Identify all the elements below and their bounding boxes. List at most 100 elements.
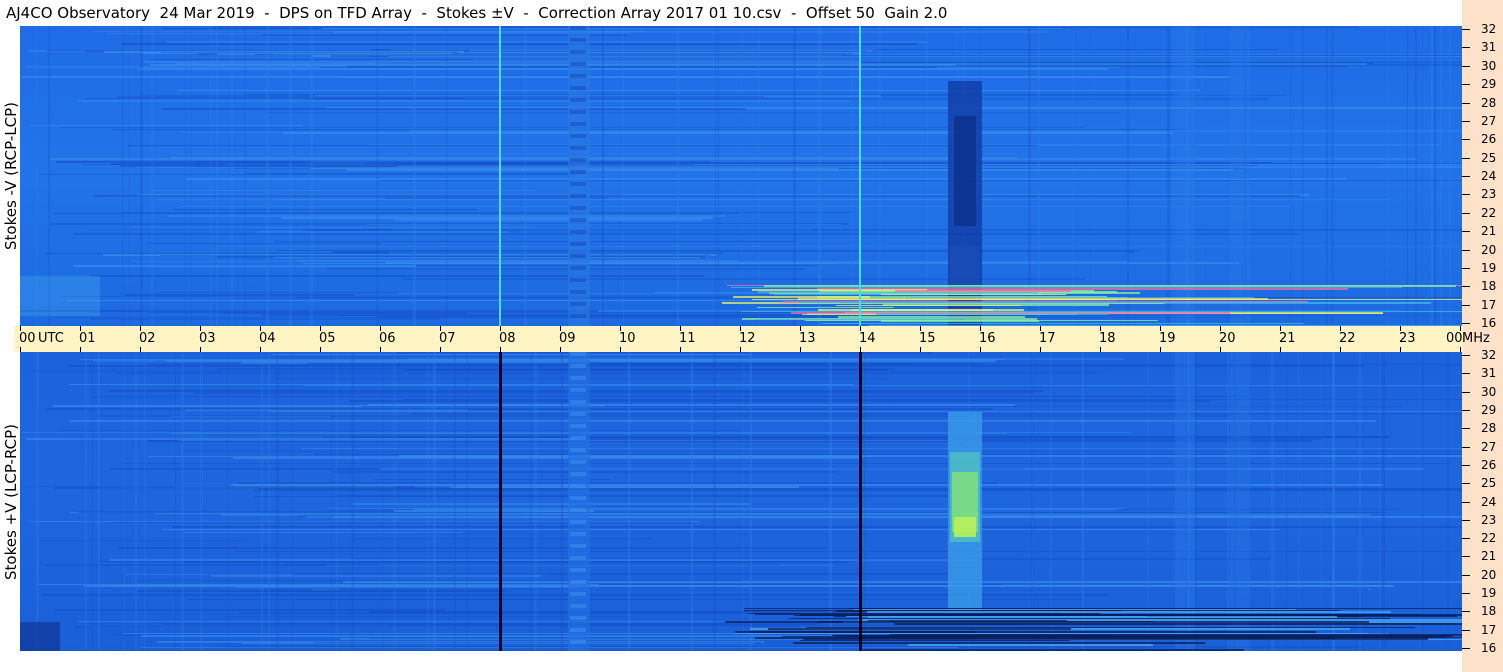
spectrogram-stripe [691,352,693,651]
spectrogram-rfi [825,299,1098,300]
spectrogram-stripe [1332,352,1334,651]
spectrogram-streak [113,522,691,523]
spectrogram-streak [160,255,711,256]
spectrogram-rfi [868,620,1067,621]
spectrogram-stripe [1387,26,1388,326]
spectrogram-stripe [1297,26,1298,326]
spectrogram-streak [54,213,738,214]
spectrogram-streak [199,434,1003,435]
spectrogram-stripe [98,352,100,651]
spectrogram-streak [388,56,1462,57]
spectrogram-feature [570,134,586,138]
spectrogram-rfi [757,307,894,308]
spectrogram-stripe [818,26,821,326]
frequency-tick [1462,392,1470,393]
spectrogram-stripe [750,352,752,651]
frequency-label: 16 [1481,641,1497,655]
frequency-tick [1462,158,1470,159]
spectrogram-streak [28,521,700,522]
spectrogram-feature [570,544,586,548]
spectrogram-streak [61,296,746,297]
spectrogram-streak [149,312,874,313]
spectrogram-stripe [1286,352,1287,651]
spectrogram-streak [93,195,1300,197]
spectrogram-streak [307,363,981,364]
spectrogram-stripe [135,352,137,651]
frequency-tick [1462,502,1470,503]
time-label: 00 [1446,331,1463,346]
time-marker-line [499,352,502,651]
time-label: 22 [1339,331,1356,346]
spectrogram-feature [570,580,586,584]
spectrogram-stripe [151,26,154,326]
frequency-tick [1462,176,1470,177]
frequency-label: 16 [1481,316,1497,330]
frequency-tick [1462,593,1470,594]
spectrogram-feature [570,424,586,428]
spectrogram-stripe [1298,352,1299,651]
time-label: 08 [499,331,516,346]
spectrogram-feature [570,254,586,258]
spectrogram-streak [20,310,598,312]
spectrogram-streak [257,231,508,233]
spectrogram-rfi [832,635,1117,636]
frequency-label: 20 [1481,243,1497,257]
time-marker-line [499,26,501,326]
spectrogram-stripe [231,26,233,326]
spectrogram-feature [570,266,586,270]
spectrogram-feature [570,170,586,174]
spectrogram-streak [276,250,1141,251]
frequency-tick [1462,447,1470,448]
spectrogram-stripe [376,26,379,326]
spectrogram-streak [97,415,1235,417]
spectrogram-feature [570,62,586,66]
time-marker-line [859,26,861,326]
time-label: 20 [1219,331,1236,346]
frequency-tick [1462,250,1470,251]
spectrogram-stripe [36,352,39,651]
spectrogram-streak [231,484,1384,486]
spectrogram-stripe [244,26,246,326]
spectrogram-streak [418,533,1251,534]
spectrogram-streak [152,190,536,191]
frequency-label: 17 [1481,298,1497,312]
frequency-label: 23 [1481,187,1497,201]
spectrogram-streak [234,551,1462,552]
frequency-tick [1462,305,1470,306]
spectrogram-feature [570,388,586,392]
spectrogram-stripe [851,26,852,326]
frequency-tick [1462,410,1470,411]
spectrogram-rfi [755,637,1334,639]
spectrogram-stripe [1172,26,1174,326]
spectrogram-streak [31,125,303,126]
spectrogram-streak [144,61,860,63]
spectrogram-streak [390,49,876,50]
spectrogram-stripe [1379,352,1380,651]
spectrogram-stripe [743,352,744,651]
spectrogram-stripe [227,352,228,651]
spectrogram-feature [570,508,586,512]
spectrogram-stripe [878,26,881,326]
frequency-tick [1462,428,1470,429]
spectrogram-stripe [454,352,456,651]
spectrogram-streak [69,384,853,385]
spectrogram-stripe [1447,352,1449,651]
spectrogram-stripe [530,352,532,651]
spectrogram-rfi [789,618,1390,619]
spectrogram-streak [167,41,927,43]
spectrogram-rfi [895,290,1071,292]
time-axis: 00 01 02 03 04 05 06 07 08 09 10 11 12 13 14 15 16 17 18 19… [14,326,1490,352]
spectrogram-streak [339,315,1462,316]
spectrogram-streak [302,448,1462,449]
spectrogram-bottom-panel [20,352,1462,651]
spectrogram-rfi [881,294,1066,295]
spectrogram-stripe [1163,26,1164,326]
spectrogram-feature [570,182,586,186]
spectrogram-burst [954,517,976,537]
spectrogram-streak [338,77,1225,78]
spectrogram-stripe [1415,26,1417,326]
spectrogram-stripe [266,26,269,326]
spectrogram-top-image [20,26,1462,326]
spectrogram-streak [216,246,1462,247]
spectrogram-streak [343,581,1462,583]
